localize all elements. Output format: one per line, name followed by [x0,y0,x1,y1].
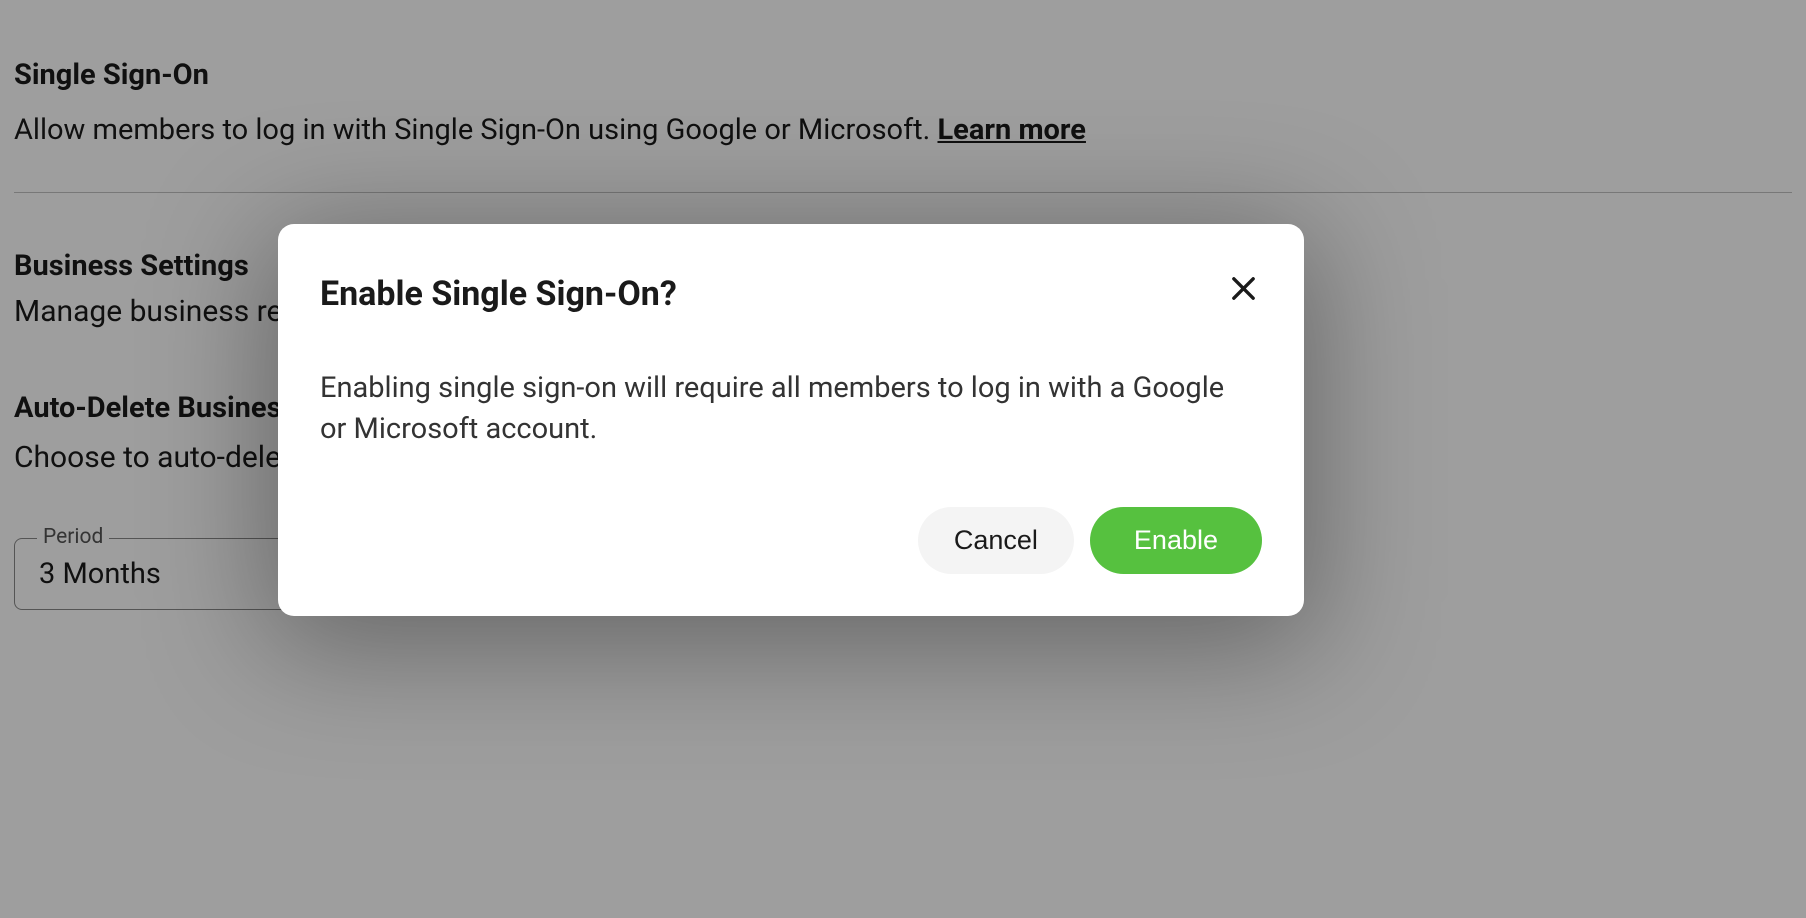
enable-button[interactable]: Enable [1090,507,1262,574]
dialog-actions: Cancel Enable [320,507,1262,574]
close-icon [1229,274,1258,306]
dialog-header: Enable Single Sign-On? [320,274,1262,314]
enable-sso-dialog: Enable Single Sign-On? Enabling single s… [278,224,1304,616]
dialog-body: Enabling single sign-on will require all… [320,368,1262,449]
dialog-title: Enable Single Sign-On? [320,274,677,314]
cancel-button[interactable]: Cancel [918,507,1074,574]
close-button[interactable] [1225,270,1262,310]
